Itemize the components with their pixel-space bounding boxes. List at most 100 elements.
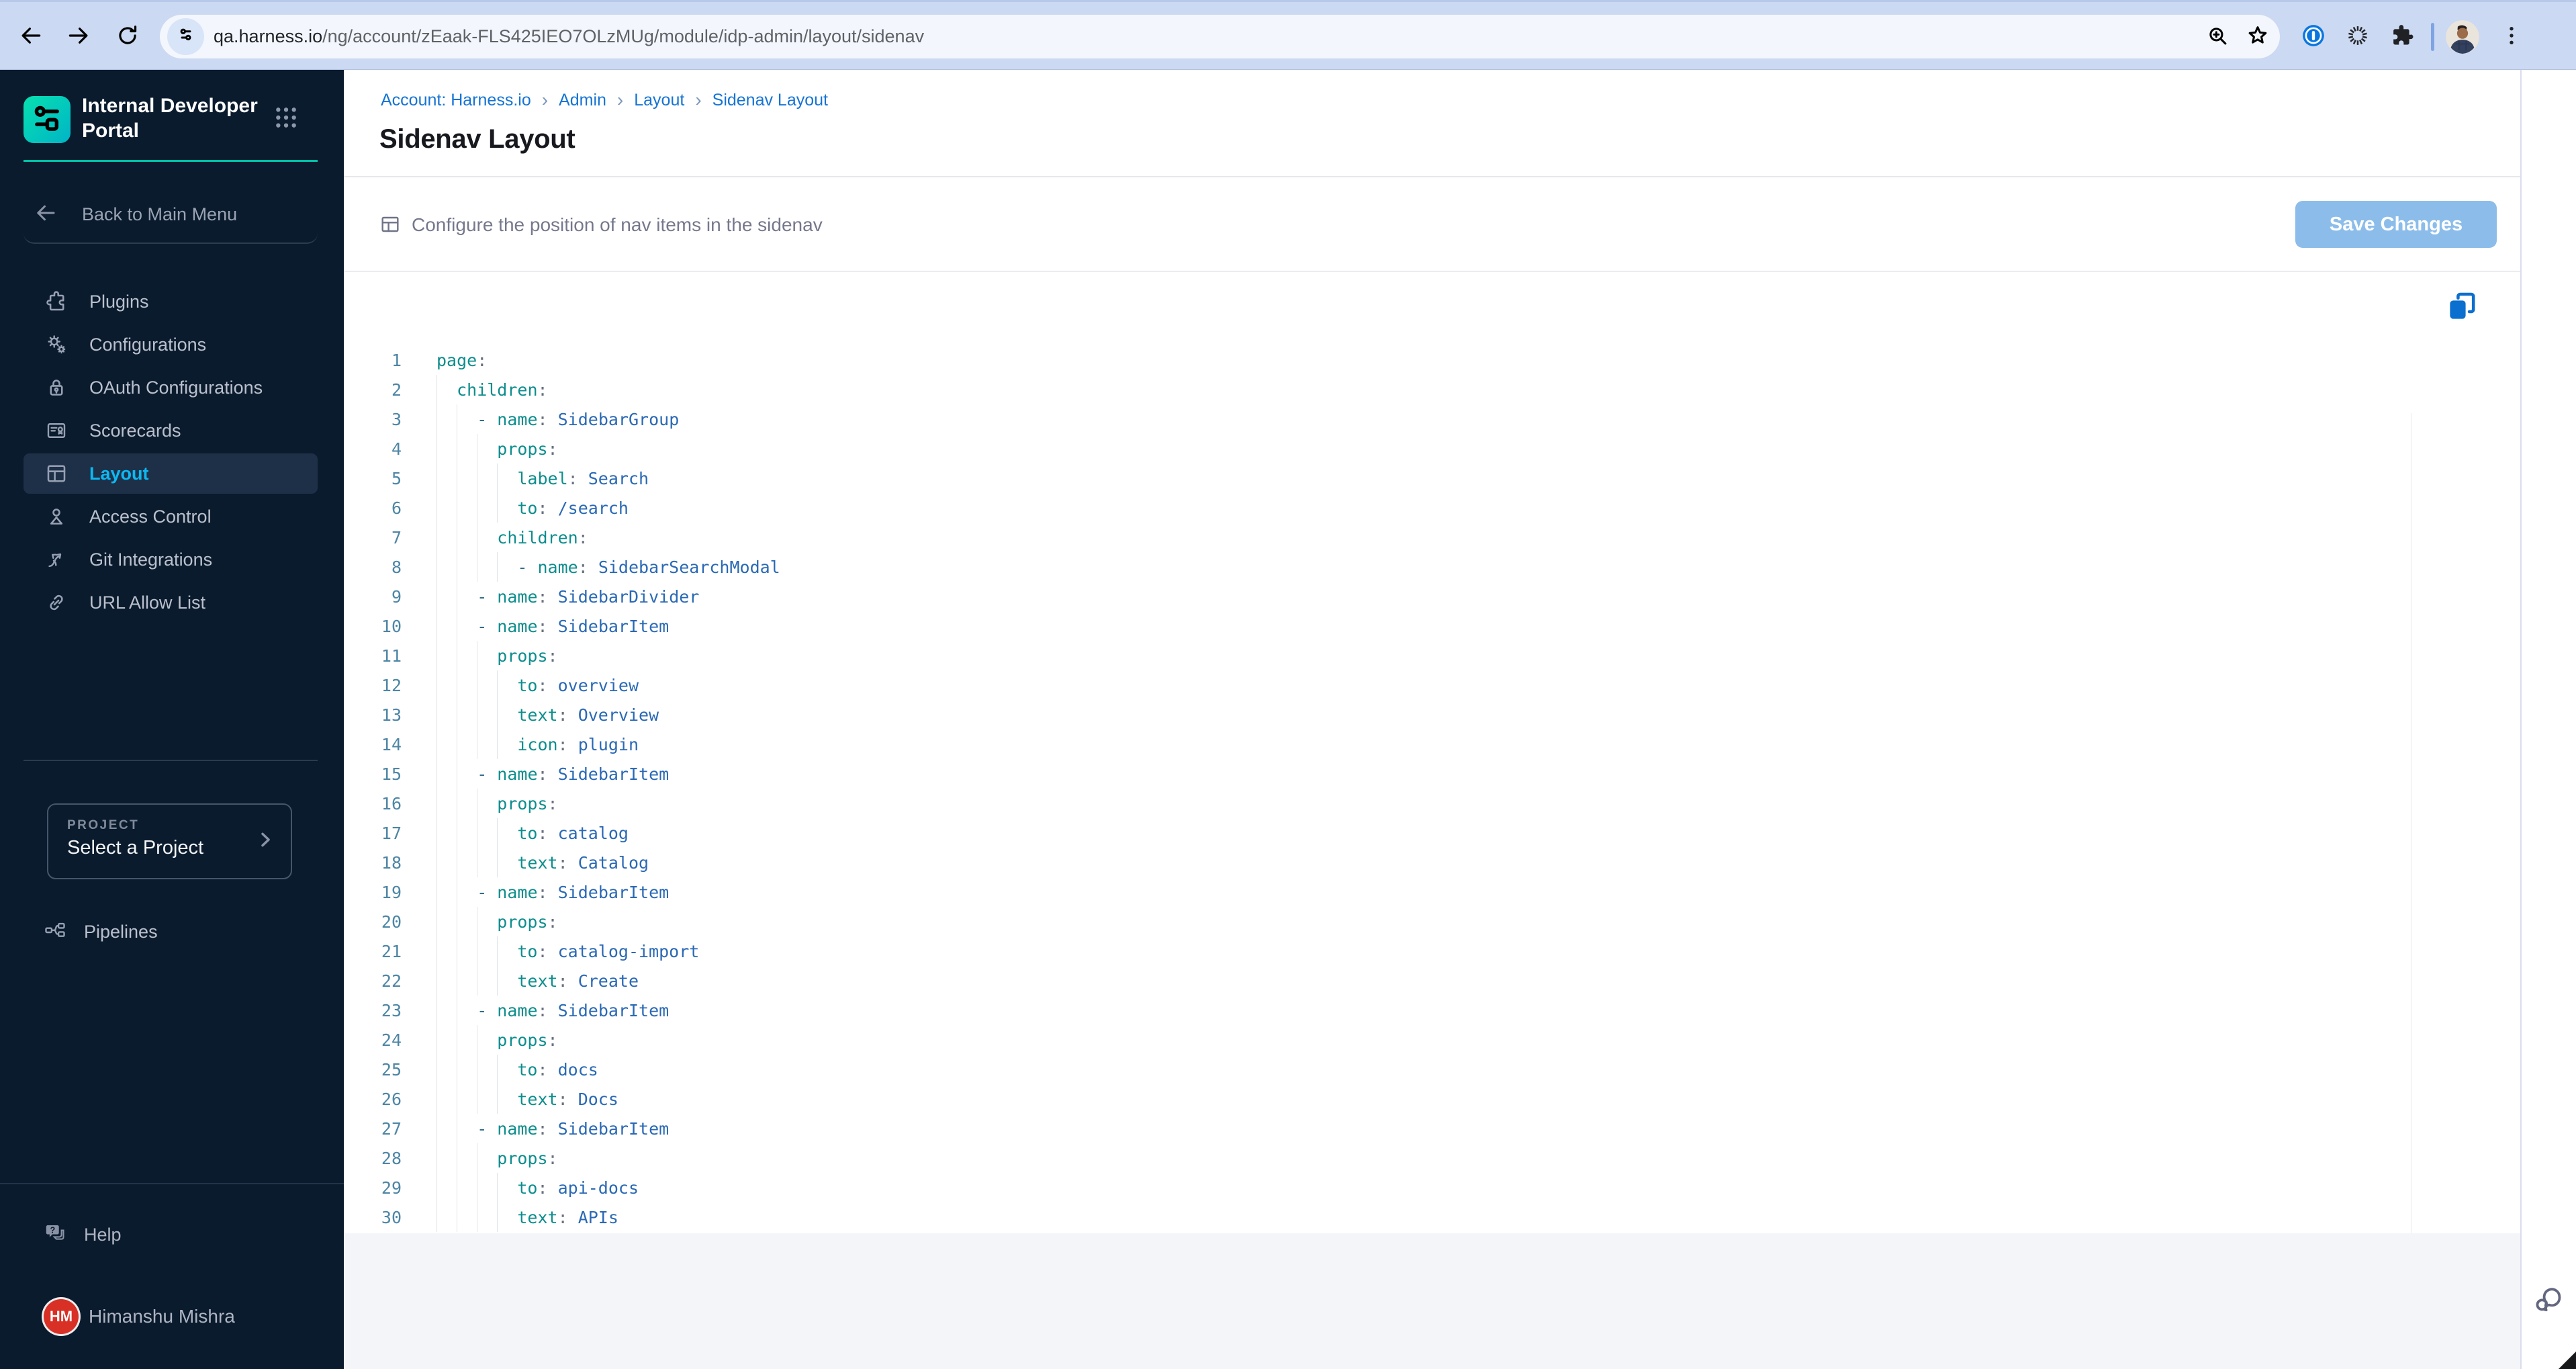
indent-guide <box>497 700 517 730</box>
zoom-button[interactable] <box>2203 22 2232 52</box>
yaml-line[interactable]: 9 - name: SidebarDivider <box>344 582 2399 611</box>
breadcrumb-item[interactable]: Admin <box>559 91 606 110</box>
sidebar-item-label: OAuth Configurations <box>89 377 263 398</box>
yaml-editor[interactable]: 1 page: 2 children: 3 - name: SidebarGroup 4 pr… <box>344 272 2520 1302</box>
yaml-line[interactable]: 26 text: Docs <box>344 1084 2399 1114</box>
yaml-line[interactable]: 8 - name: SidebarSearchModal <box>344 552 2399 582</box>
bookmark-button[interactable] <box>2243 22 2272 52</box>
yaml-line[interactable]: 10 - name: SidebarItem <box>344 611 2399 641</box>
indent-guide <box>457 434 477 463</box>
sidebar-item-url-allow-list[interactable]: URL Allow List <box>0 581 344 624</box>
yaml-line[interactable]: 16 props: <box>344 789 2399 818</box>
yaml-line[interactable]: 29 to: api-docs <box>344 1173 2399 1202</box>
indent-guide <box>497 1202 517 1232</box>
browser-menu-button[interactable] <box>2497 22 2526 52</box>
indent-guide <box>436 700 457 730</box>
module-switcher-button[interactable] <box>273 104 302 134</box>
sidebar-item-git-integrations[interactable]: Git Integrations <box>0 538 344 581</box>
yaml-line-code: - name: SidebarItem <box>436 759 669 789</box>
indent-guide <box>457 789 477 818</box>
yaml-token-v: SidebarItem <box>557 616 670 636</box>
url-allow-list-icon <box>43 589 70 616</box>
indent-guide <box>436 1084 457 1114</box>
project-selector[interactable]: PROJECT Select a Project <box>47 803 292 879</box>
line-number: 20 <box>381 912 402 932</box>
indent-guide <box>457 877 477 907</box>
indent-guide <box>477 789 497 818</box>
browser-profile-avatar[interactable] <box>2446 20 2479 54</box>
breadcrumb-item[interactable]: Account: Harness.io <box>381 91 531 110</box>
yaml-line[interactable]: 11 props: <box>344 641 2399 670</box>
breadcrumb-item[interactable]: Layout <box>634 91 684 110</box>
address-bar[interactable]: qa.harness.io/ng/account/zEaak-FLS425IEO… <box>160 15 2280 58</box>
yaml-token-k: name <box>497 1000 538 1020</box>
yaml-line[interactable]: 17 to: catalog <box>344 818 2399 848</box>
main-content: Account: Harness.io › Admin › Layout › Sidenav… <box>344 69 2520 1369</box>
copy-yaml-button[interactable] <box>2446 291 2479 324</box>
sidebar-item-pipelines[interactable]: Pipelines <box>0 917 344 946</box>
sidebar-item-oauth-configurations[interactable]: OAuth Configurations <box>0 366 344 409</box>
yaml-line[interactable]: 25 to: docs <box>344 1055 2399 1084</box>
yaml-token-k: props <box>497 912 548 932</box>
yaml-token-k: icon <box>517 734 558 754</box>
yaml-line[interactable]: 30 text: APIs <box>344 1202 2399 1232</box>
yaml-line[interactable]: 13 text: Overview <box>344 700 2399 730</box>
yaml-line[interactable]: 28 props: <box>344 1143 2399 1173</box>
yaml-line[interactable]: 24 props: <box>344 1025 2399 1055</box>
yaml-token-p: : <box>537 380 548 400</box>
yaml-line[interactable]: 14 icon: plugin <box>344 730 2399 759</box>
onepassword-extension-button[interactable] <box>2299 22 2328 52</box>
indent-guide <box>477 434 497 463</box>
sidebar-item-access-control[interactable]: Access Control <box>0 495 344 538</box>
yaml-line[interactable]: 6 to: /search <box>344 493 2399 523</box>
yaml-line[interactable]: 5 label: Search <box>344 463 2399 493</box>
yaml-line[interactable]: 2 children: <box>344 375 2399 404</box>
browser-reload-button[interactable] <box>113 22 142 52</box>
support-chat-button[interactable] <box>2532 1284 2566 1317</box>
yaml-line[interactable]: 22 text: Create <box>344 966 2399 996</box>
sidebar-item-layout[interactable]: Layout <box>0 452 344 495</box>
line-number: 10 <box>381 616 402 636</box>
indent-guide <box>497 1055 517 1084</box>
user-profile-button[interactable]: HM Himanshu Mishra <box>0 1298 344 1335</box>
yaml-line[interactable]: 20 props: <box>344 907 2399 936</box>
line-number: 28 <box>381 1148 402 1168</box>
sidebar-item-configurations[interactable]: Configurations <box>0 323 344 366</box>
yaml-editor-lines[interactable]: 1 page: 2 children: 3 - name: SidebarGroup 4 pr… <box>344 345 2399 1232</box>
extension-spinner-button[interactable] <box>2343 22 2373 52</box>
sidebar: Internal Developer Portal Back to Main M… <box>0 69 344 1369</box>
save-changes-button[interactable]: Save Changes <box>2295 201 2497 248</box>
yaml-line-code: text: Catalog <box>436 848 649 877</box>
yaml-line[interactable]: 4 props: <box>344 434 2399 463</box>
breadcrumb-item[interactable]: Sidenav Layout <box>712 91 828 110</box>
back-to-main-menu-button[interactable]: Back to Main Menu <box>0 200 344 229</box>
yaml-line[interactable]: 7 children: <box>344 523 2399 552</box>
yaml-token-k: name <box>497 616 538 636</box>
yaml-line[interactable]: 1 page: <box>344 345 2399 375</box>
indent-guide <box>436 1173 457 1202</box>
sidebar-item-scorecards[interactable]: Scorecards <box>0 409 344 452</box>
site-settings-button[interactable] <box>167 18 204 55</box>
yaml-line[interactable]: 12 to: overview <box>344 670 2399 700</box>
browser-forward-button[interactable] <box>64 22 93 52</box>
indent-guide <box>477 641 497 670</box>
indent-guide <box>477 907 497 936</box>
yaml-line[interactable]: 19 - name: SidebarItem <box>344 877 2399 907</box>
yaml-line[interactable]: 15 - name: SidebarItem <box>344 759 2399 789</box>
yaml-line[interactable]: 3 - name: SidebarGroup <box>344 404 2399 434</box>
line-number: 7 <box>391 527 402 547</box>
sidebar-item-plugins[interactable]: Plugins <box>0 280 344 323</box>
yaml-line[interactable]: 18 text: Catalog <box>344 848 2399 877</box>
browser-back-button[interactable] <box>16 22 46 52</box>
idp-logo[interactable] <box>24 96 71 143</box>
sidebar-item-label: Layout <box>89 463 149 484</box>
indent-guide <box>497 936 517 966</box>
yaml-line[interactable]: 21 to: catalog-import <box>344 936 2399 966</box>
extensions-button[interactable] <box>2387 22 2417 52</box>
indent-guide <box>477 1055 497 1084</box>
yaml-line[interactable]: 23 - name: SidebarItem <box>344 996 2399 1025</box>
plugins-icon <box>43 288 70 315</box>
indent-guide <box>436 966 457 996</box>
yaml-line[interactable]: 27 - name: SidebarItem <box>344 1114 2399 1143</box>
help-button[interactable]: ? Help <box>0 1220 344 1249</box>
